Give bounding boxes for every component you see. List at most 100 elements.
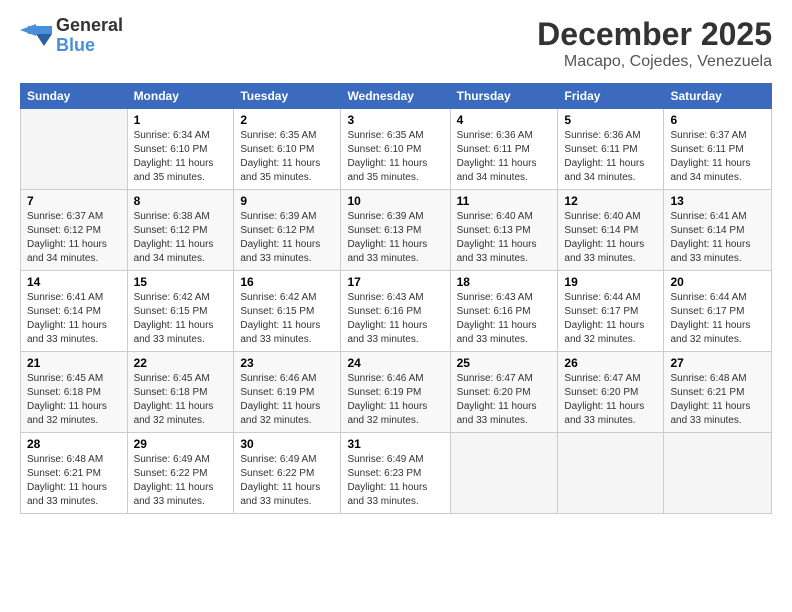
calendar-day-cell: 28 Sunrise: 6:48 AM Sunset: 6:21 PM Dayli… <box>21 433 128 514</box>
calendar-day-cell <box>21 109 128 190</box>
calendar-day-cell: 8Sunrise: 6:38 AM Sunset: 6:12 PM Daylig… <box>127 190 234 271</box>
page-header: General Blue December 2025 Macapo, Cojed… <box>20 16 772 71</box>
day-info: Sunrise: 6:39 AM Sunset: 6:13 PM Dayligh… <box>347 210 443 266</box>
day-of-week-header: Friday <box>558 84 664 109</box>
day-info: Sunrise: 6:44 AM Sunset: 6:17 PM Dayligh… <box>670 291 765 347</box>
day-of-week-header: Wednesday <box>341 84 450 109</box>
day-of-week-header: Thursday <box>450 84 558 109</box>
day-of-week-header: Saturday <box>664 84 772 109</box>
day-info: Sunrise: 6:35 AM Sunset: 6:10 PM Dayligh… <box>240 129 334 185</box>
title-block: December 2025 Macapo, Cojedes, Venezuela <box>537 16 772 71</box>
calendar-day-cell: 27 Sunrise: 6:48 AM Sunset: 6:21 PM Dayli… <box>664 352 772 433</box>
day-number: 14 <box>27 275 121 289</box>
day-number: 27 <box>670 356 765 370</box>
day-info: Sunrise: 6:48 AM Sunset: 6:21 PM Dayligh… <box>27 453 121 509</box>
day-info: Sunrise: 6:34 AM Sunset: 6:10 PM Dayligh… <box>134 129 228 185</box>
calendar-day-cell: 11 Sunrise: 6:40 AM Sunset: 6:13 PM Dayli… <box>450 190 558 271</box>
day-number: 22 <box>134 356 228 370</box>
calendar-header-row: SundayMondayTuesdayWednesdayThursdayFrid… <box>21 84 772 109</box>
day-number: 5 <box>564 113 657 127</box>
calendar-day-cell: 2Sunrise: 6:35 AM Sunset: 6:10 PM Daylig… <box>234 109 341 190</box>
day-info: Sunrise: 6:49 AM Sunset: 6:23 PM Dayligh… <box>347 453 443 509</box>
day-of-week-header: Sunday <box>21 84 128 109</box>
day-info: Sunrise: 6:43 AM Sunset: 6:16 PM Dayligh… <box>457 291 552 347</box>
calendar-day-cell: 9Sunrise: 6:39 AM Sunset: 6:12 PM Daylig… <box>234 190 341 271</box>
day-info: Sunrise: 6:37 AM Sunset: 6:12 PM Dayligh… <box>27 210 121 266</box>
day-number: 19 <box>564 275 657 289</box>
day-info: Sunrise: 6:49 AM Sunset: 6:22 PM Dayligh… <box>240 453 334 509</box>
calendar-day-cell: 26 Sunrise: 6:47 AM Sunset: 6:20 PM Dayli… <box>558 352 664 433</box>
calendar-day-cell: 16Sunrise: 6:42 AM Sunset: 6:15 PM Dayli… <box>234 271 341 352</box>
day-number: 9 <box>240 194 334 208</box>
calendar-day-cell: 21Sunrise: 6:45 AM Sunset: 6:18 PM Dayli… <box>21 352 128 433</box>
day-info: Sunrise: 6:38 AM Sunset: 6:12 PM Dayligh… <box>134 210 228 266</box>
calendar-day-cell: 10Sunrise: 6:39 AM Sunset: 6:13 PM Dayli… <box>341 190 450 271</box>
calendar-week-row: 28 Sunrise: 6:48 AM Sunset: 6:21 PM Dayli… <box>21 433 772 514</box>
logo-general: General <box>56 15 123 35</box>
day-number: 20 <box>670 275 765 289</box>
logo-blue: Blue <box>56 35 95 55</box>
calendar-day-cell: 12 Sunrise: 6:40 AM Sunset: 6:14 PM Dayli… <box>558 190 664 271</box>
calendar-day-cell: 22 Sunrise: 6:45 AM Sunset: 6:18 PM Dayli… <box>127 352 234 433</box>
calendar-week-row: 7 Sunrise: 6:37 AM Sunset: 6:12 PM Daylig… <box>21 190 772 271</box>
day-info: Sunrise: 6:49 AM Sunset: 6:22 PM Dayligh… <box>134 453 228 509</box>
day-number: 30 <box>240 437 334 451</box>
calendar-day-cell <box>558 433 664 514</box>
calendar-day-cell: 6Sunrise: 6:37 AM Sunset: 6:11 PM Daylig… <box>664 109 772 190</box>
day-number: 11 <box>457 194 552 208</box>
day-info: Sunrise: 6:42 AM Sunset: 6:15 PM Dayligh… <box>134 291 228 347</box>
day-info: Sunrise: 6:47 AM Sunset: 6:20 PM Dayligh… <box>564 372 657 428</box>
day-number: 17 <box>347 275 443 289</box>
calendar-day-cell <box>450 433 558 514</box>
day-number: 29 <box>134 437 228 451</box>
day-info: Sunrise: 6:46 AM Sunset: 6:19 PM Dayligh… <box>240 372 334 428</box>
day-info: Sunrise: 6:43 AM Sunset: 6:16 PM Dayligh… <box>347 291 443 347</box>
day-number: 26 <box>564 356 657 370</box>
day-number: 15 <box>134 275 228 289</box>
day-number: 1 <box>134 113 228 127</box>
logo-icon <box>20 22 52 50</box>
day-of-week-header: Tuesday <box>234 84 341 109</box>
day-number: 13 <box>670 194 765 208</box>
day-info: Sunrise: 6:45 AM Sunset: 6:18 PM Dayligh… <box>134 372 228 428</box>
calendar-day-cell: 30 Sunrise: 6:49 AM Sunset: 6:22 PM Dayli… <box>234 433 341 514</box>
day-info: Sunrise: 6:48 AM Sunset: 6:21 PM Dayligh… <box>670 372 765 428</box>
day-number: 25 <box>457 356 552 370</box>
calendar-day-cell: 14 Sunrise: 6:41 AM Sunset: 6:14 PM Dayli… <box>21 271 128 352</box>
calendar-week-row: 21Sunrise: 6:45 AM Sunset: 6:18 PM Dayli… <box>21 352 772 433</box>
calendar-day-cell: 5 Sunrise: 6:36 AM Sunset: 6:11 PM Daylig… <box>558 109 664 190</box>
day-info: Sunrise: 6:47 AM Sunset: 6:20 PM Dayligh… <box>457 372 552 428</box>
calendar-day-cell: 31Sunrise: 6:49 AM Sunset: 6:23 PM Dayli… <box>341 433 450 514</box>
day-info: Sunrise: 6:41 AM Sunset: 6:14 PM Dayligh… <box>27 291 121 347</box>
day-info: Sunrise: 6:44 AM Sunset: 6:17 PM Dayligh… <box>564 291 657 347</box>
calendar-page: General Blue December 2025 Macapo, Cojed… <box>0 0 792 612</box>
day-number: 12 <box>564 194 657 208</box>
calendar-week-row: 1 Sunrise: 6:34 AM Sunset: 6:10 PM Daylig… <box>21 109 772 190</box>
day-of-week-header: Monday <box>127 84 234 109</box>
day-number: 4 <box>457 113 552 127</box>
logo: General Blue <box>20 16 123 56</box>
day-number: 7 <box>27 194 121 208</box>
calendar-day-cell: 29 Sunrise: 6:49 AM Sunset: 6:22 PM Dayli… <box>127 433 234 514</box>
day-info: Sunrise: 6:37 AM Sunset: 6:11 PM Dayligh… <box>670 129 765 185</box>
calendar-day-cell: 17 Sunrise: 6:43 AM Sunset: 6:16 PM Dayli… <box>341 271 450 352</box>
calendar-day-cell <box>664 433 772 514</box>
calendar-day-cell: 23Sunrise: 6:46 AM Sunset: 6:19 PM Dayli… <box>234 352 341 433</box>
calendar-day-cell: 18Sunrise: 6:43 AM Sunset: 6:16 PM Dayli… <box>450 271 558 352</box>
calendar-week-row: 14 Sunrise: 6:41 AM Sunset: 6:14 PM Dayli… <box>21 271 772 352</box>
calendar-day-cell: 15 Sunrise: 6:42 AM Sunset: 6:15 PM Dayli… <box>127 271 234 352</box>
day-info: Sunrise: 6:36 AM Sunset: 6:11 PM Dayligh… <box>564 129 657 185</box>
day-info: Sunrise: 6:42 AM Sunset: 6:15 PM Dayligh… <box>240 291 334 347</box>
calendar-day-cell: 13Sunrise: 6:41 AM Sunset: 6:14 PM Dayli… <box>664 190 772 271</box>
day-number: 3 <box>347 113 443 127</box>
calendar-day-cell: 19 Sunrise: 6:44 AM Sunset: 6:17 PM Dayli… <box>558 271 664 352</box>
day-info: Sunrise: 6:46 AM Sunset: 6:19 PM Dayligh… <box>347 372 443 428</box>
day-number: 28 <box>27 437 121 451</box>
calendar-day-cell: 3Sunrise: 6:35 AM Sunset: 6:10 PM Daylig… <box>341 109 450 190</box>
day-info: Sunrise: 6:40 AM Sunset: 6:13 PM Dayligh… <box>457 210 552 266</box>
calendar-day-cell: 4Sunrise: 6:36 AM Sunset: 6:11 PM Daylig… <box>450 109 558 190</box>
calendar-day-cell: 7 Sunrise: 6:37 AM Sunset: 6:12 PM Daylig… <box>21 190 128 271</box>
day-number: 24 <box>347 356 443 370</box>
month-title: December 2025 <box>537 16 772 53</box>
day-info: Sunrise: 6:40 AM Sunset: 6:14 PM Dayligh… <box>564 210 657 266</box>
